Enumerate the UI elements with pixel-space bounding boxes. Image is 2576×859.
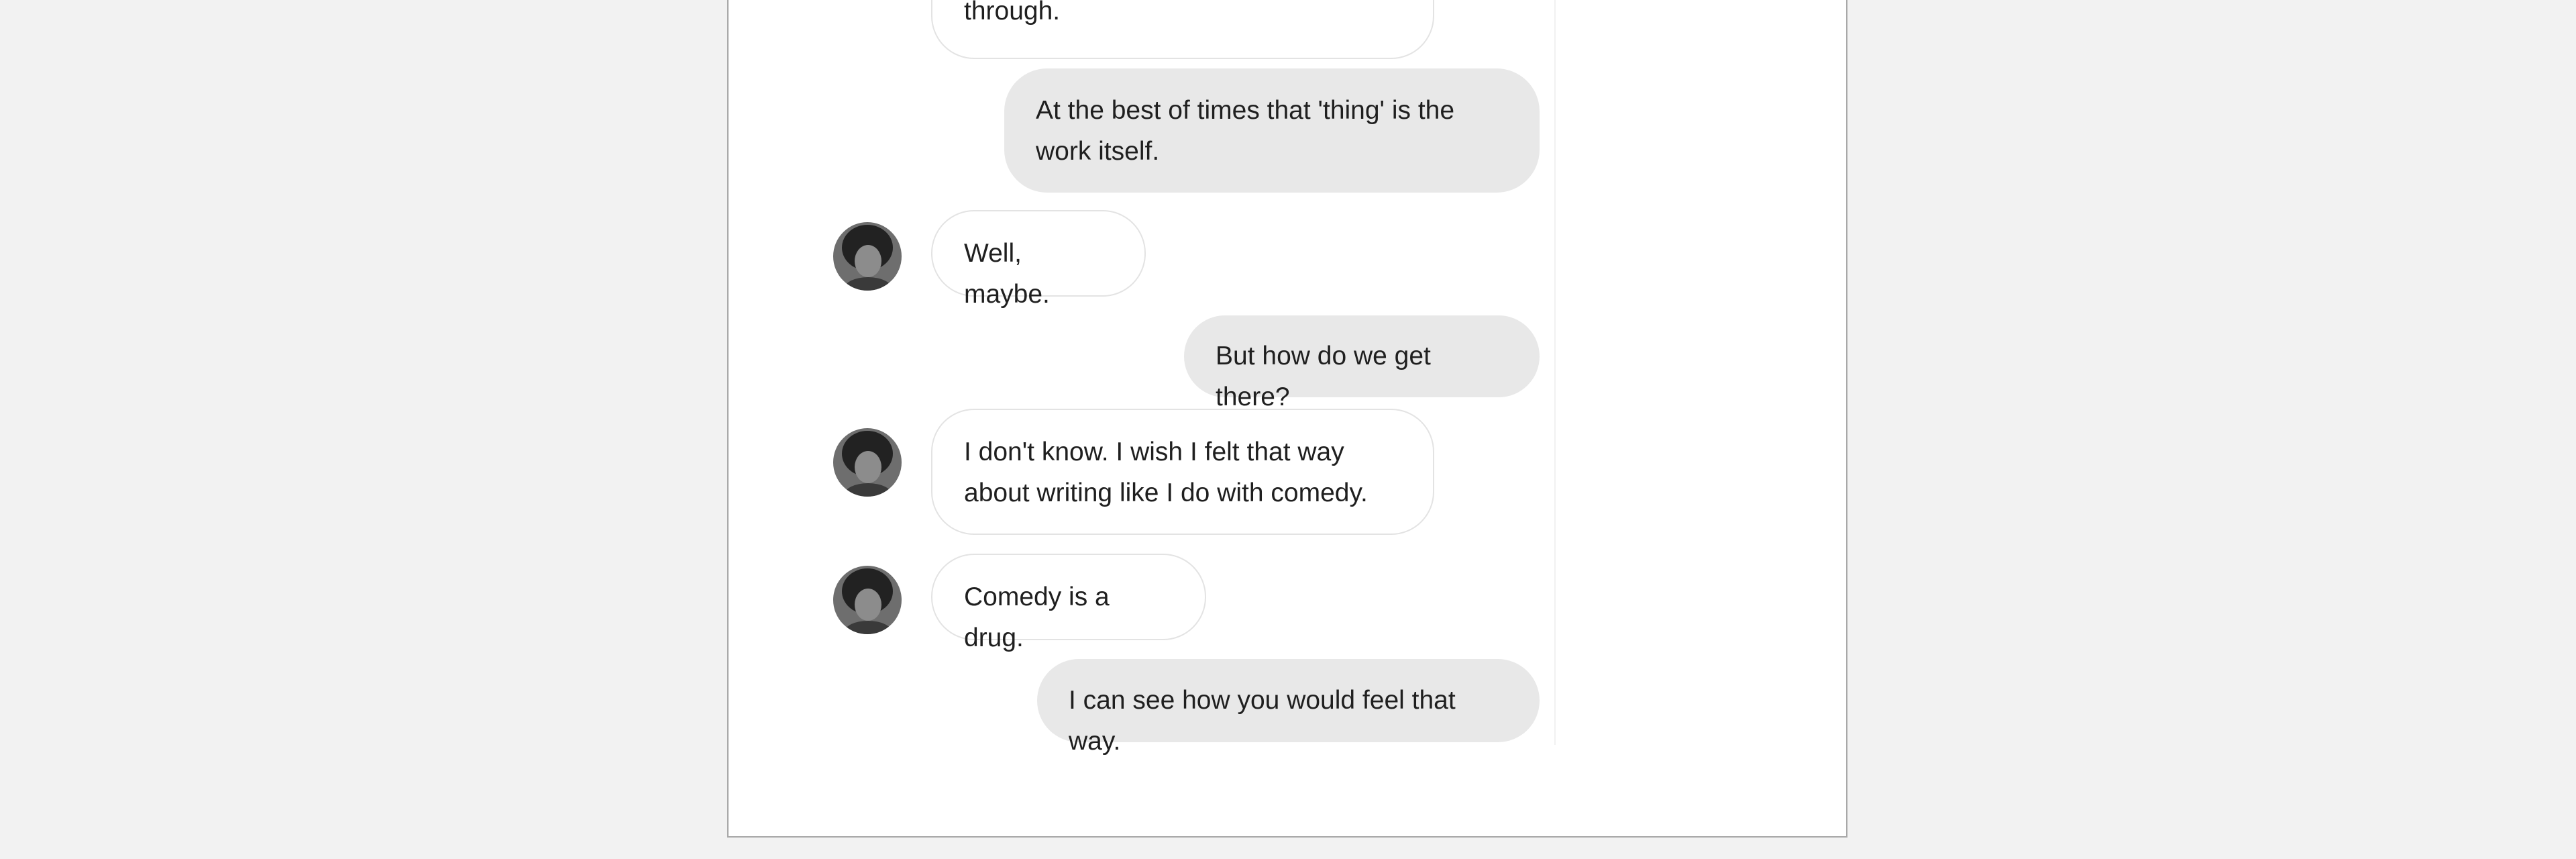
bot-message: Well, maybe. (931, 210, 1146, 309)
avatar (833, 428, 902, 497)
message-text: I don't know. I wish I felt that way abo… (964, 438, 1368, 507)
message-text: I can see how you would feel that way. (1069, 686, 1456, 756)
avatar-photo-icon (833, 566, 902, 634)
message-text: through. (964, 0, 1061, 26)
message-text: Well, maybe. (964, 239, 1050, 309)
column-divider (1554, 0, 1556, 745)
user-message: But how do we get there? (1184, 315, 1540, 411)
user-message: I can see how you would feel that way. (1037, 659, 1540, 756)
bot-message: Comedy is a drug. (931, 554, 1206, 652)
avatar (833, 222, 902, 291)
bot-message: through. (931, 0, 1434, 59)
avatar (833, 566, 902, 634)
avatar-photo-icon (833, 222, 902, 291)
message-text: But how do we get there? (1216, 342, 1431, 411)
message-text: At the best of times that 'thing' is the… (1036, 96, 1455, 166)
avatar-photo-icon (833, 428, 902, 497)
chat-page: through. At the best of times that 'thin… (727, 0, 1847, 838)
bot-message: I don't know. I wish I felt that way abo… (931, 409, 1434, 535)
message-text: Comedy is a drug. (964, 583, 1110, 652)
user-message: At the best of times that 'thing' is the… (1004, 68, 1540, 193)
